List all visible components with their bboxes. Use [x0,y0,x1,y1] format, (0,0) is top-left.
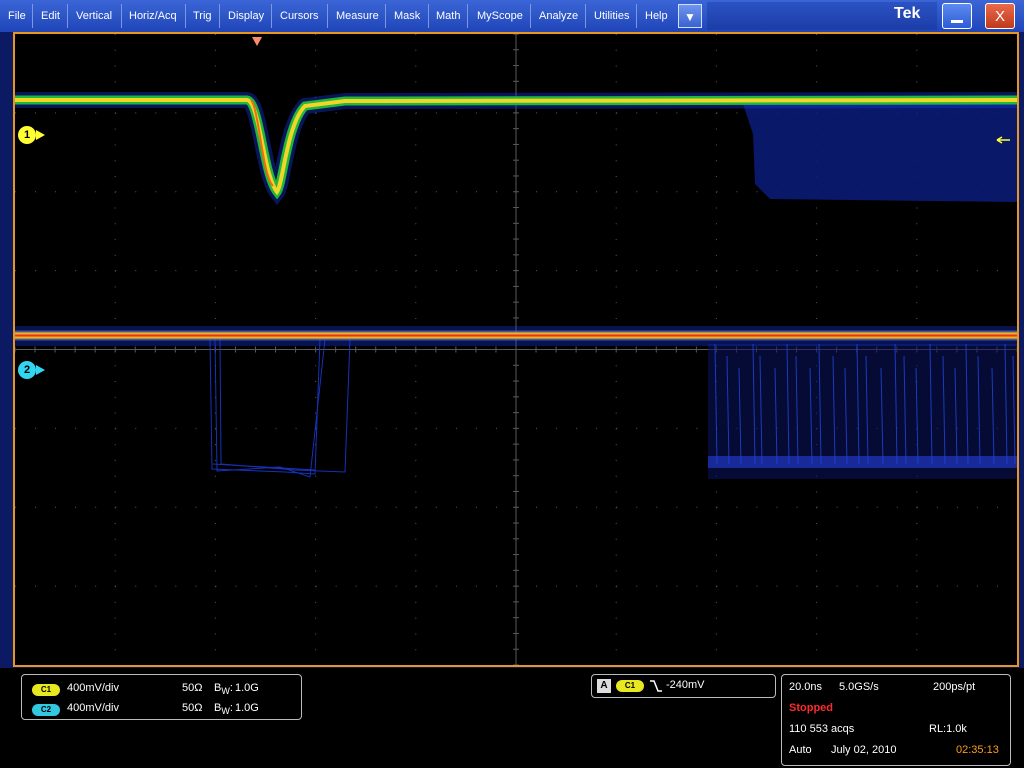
menu-separator [636,4,637,28]
channel-readout[interactable]: C1 400mV/div 50Ω BW: 1.0G C2 400mV/div 5… [21,674,302,720]
time-resolution: 200ps/pt [933,681,976,693]
ch2-marker-arrow [36,365,45,375]
ch2-persistence-traces [209,338,351,478]
menu-file[interactable]: File [8,0,26,32]
trigger-label: A [597,679,611,693]
menu-separator [32,4,33,28]
menu-separator [327,4,328,28]
readout-panel: C1 400mV/div 50Ω BW: 1.0G C2 400mV/div 5… [0,668,1024,768]
ch2-impedance: 50Ω [182,702,203,714]
menu-bar: File Edit Vertical Horiz/Acq Trig Displa… [0,0,1024,32]
ch1-bw-label: BW: [214,682,233,697]
record-length: RL:1.0k [929,723,967,735]
ch2-trace [15,330,1017,341]
menu-separator [67,4,68,28]
menu-analyze[interactable]: Analyze [539,0,578,32]
waveform-graticule [15,34,1017,665]
menu-separator [271,4,272,28]
menu-cursors[interactable]: Cursors [280,0,319,32]
ch1-bandwidth: 1.0G [235,682,259,694]
ch1-ground-marker[interactable]: 1 [18,126,36,144]
menu-separator [428,4,429,28]
menu-utilities[interactable]: Utilities [594,0,629,32]
minimize-icon [951,20,963,23]
falling-edge-icon [650,680,662,692]
menu-separator [121,4,122,28]
menu-measure[interactable]: Measure [336,0,379,32]
menu-help[interactable]: Help [645,0,668,32]
menu-display[interactable]: Display [228,0,264,32]
trigger-level: -240mV [666,679,705,691]
ch1-scale: 400mV/div [67,682,119,694]
menu-separator [530,4,531,28]
menu-edit[interactable]: Edit [41,0,60,32]
minimize-button[interactable] [942,3,972,29]
menu-horiz-acq[interactable]: Horiz/Acq [129,0,177,32]
menu-separator [219,4,220,28]
menu-mask[interactable]: Mask [394,0,420,32]
menu-math[interactable]: Math [436,0,460,32]
trigger-position-marker [252,37,262,46]
menu-trig[interactable]: Trig [193,0,212,32]
ch2-badge: C2 [32,704,60,716]
acquisition-readout[interactable]: 20.0ns 5.0GS/s 200ps/pt Stopped 110 553 … [781,674,1011,766]
trigger-mode: Auto [789,744,812,756]
trigger-source-badge: C1 [616,680,644,692]
menu-separator [585,4,586,28]
ch1-badge: C1 [32,684,60,696]
time-per-division: 20.0ns [789,681,823,693]
acquisition-time: 02:35:13 [956,744,999,756]
waveform-display[interactable]: 1 2 [13,32,1019,667]
menu-separator [467,4,468,28]
ch2-bw-label: BW: [214,702,233,717]
ch1-marker-arrow [36,130,45,140]
ch2-scale: 400mV/div [67,702,119,714]
ch1-persistence-region [743,100,1017,202]
menu-separator [185,4,186,28]
chevron-down-icon: ▼ [684,10,696,24]
close-button[interactable]: X [985,3,1015,29]
ch2-ground-marker[interactable]: 2 [18,361,36,379]
acquisition-count: 110 553 acqs [789,723,855,735]
acquisition-state: Stopped [789,702,833,714]
menu-vertical[interactable]: Vertical [76,0,112,32]
menu-myscope[interactable]: MyScope [477,0,523,32]
acquisition-date: July 02, 2010 [831,744,897,756]
ch1-impedance: 50Ω [182,682,203,694]
menu-separator [385,4,386,28]
sample-rate: 5.0GS/s [839,681,879,693]
menu-dropdown-button[interactable]: ▼ [678,4,702,28]
trigger-readout[interactable]: A C1 -240mV [591,674,776,698]
ch2-bandwidth: 1.0G [235,702,259,714]
tek-logo: Tek [894,5,921,22]
